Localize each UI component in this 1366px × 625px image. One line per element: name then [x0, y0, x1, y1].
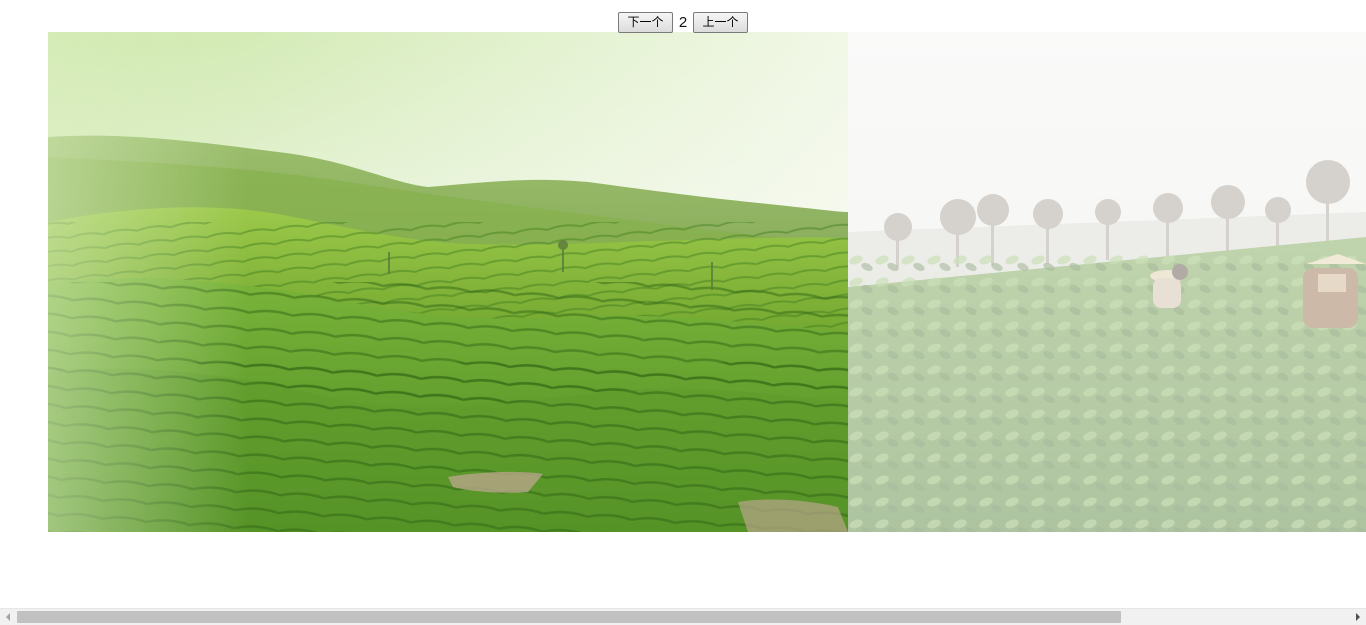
- tea-pickers-image: [848, 32, 1366, 532]
- triangle-right-icon[interactable]: [1350, 609, 1366, 625]
- triangle-left-icon[interactable]: [0, 609, 16, 625]
- carousel-page: 下一个 2 上一个: [0, 0, 1366, 625]
- tea-hills-image: [48, 32, 848, 532]
- horizontal-scrollbar[interactable]: [0, 608, 1366, 625]
- slide-image-tea-hills: [48, 32, 848, 532]
- slide-counter: 2: [678, 13, 688, 31]
- previous-button[interactable]: 上一个: [693, 11, 748, 33]
- carousel-controls: 下一个 2 上一个: [618, 11, 748, 33]
- scrollbar-thumb[interactable]: [17, 611, 1121, 623]
- slide-image-tea-pickers: [848, 32, 1366, 532]
- next-button[interactable]: 下一个: [618, 11, 673, 33]
